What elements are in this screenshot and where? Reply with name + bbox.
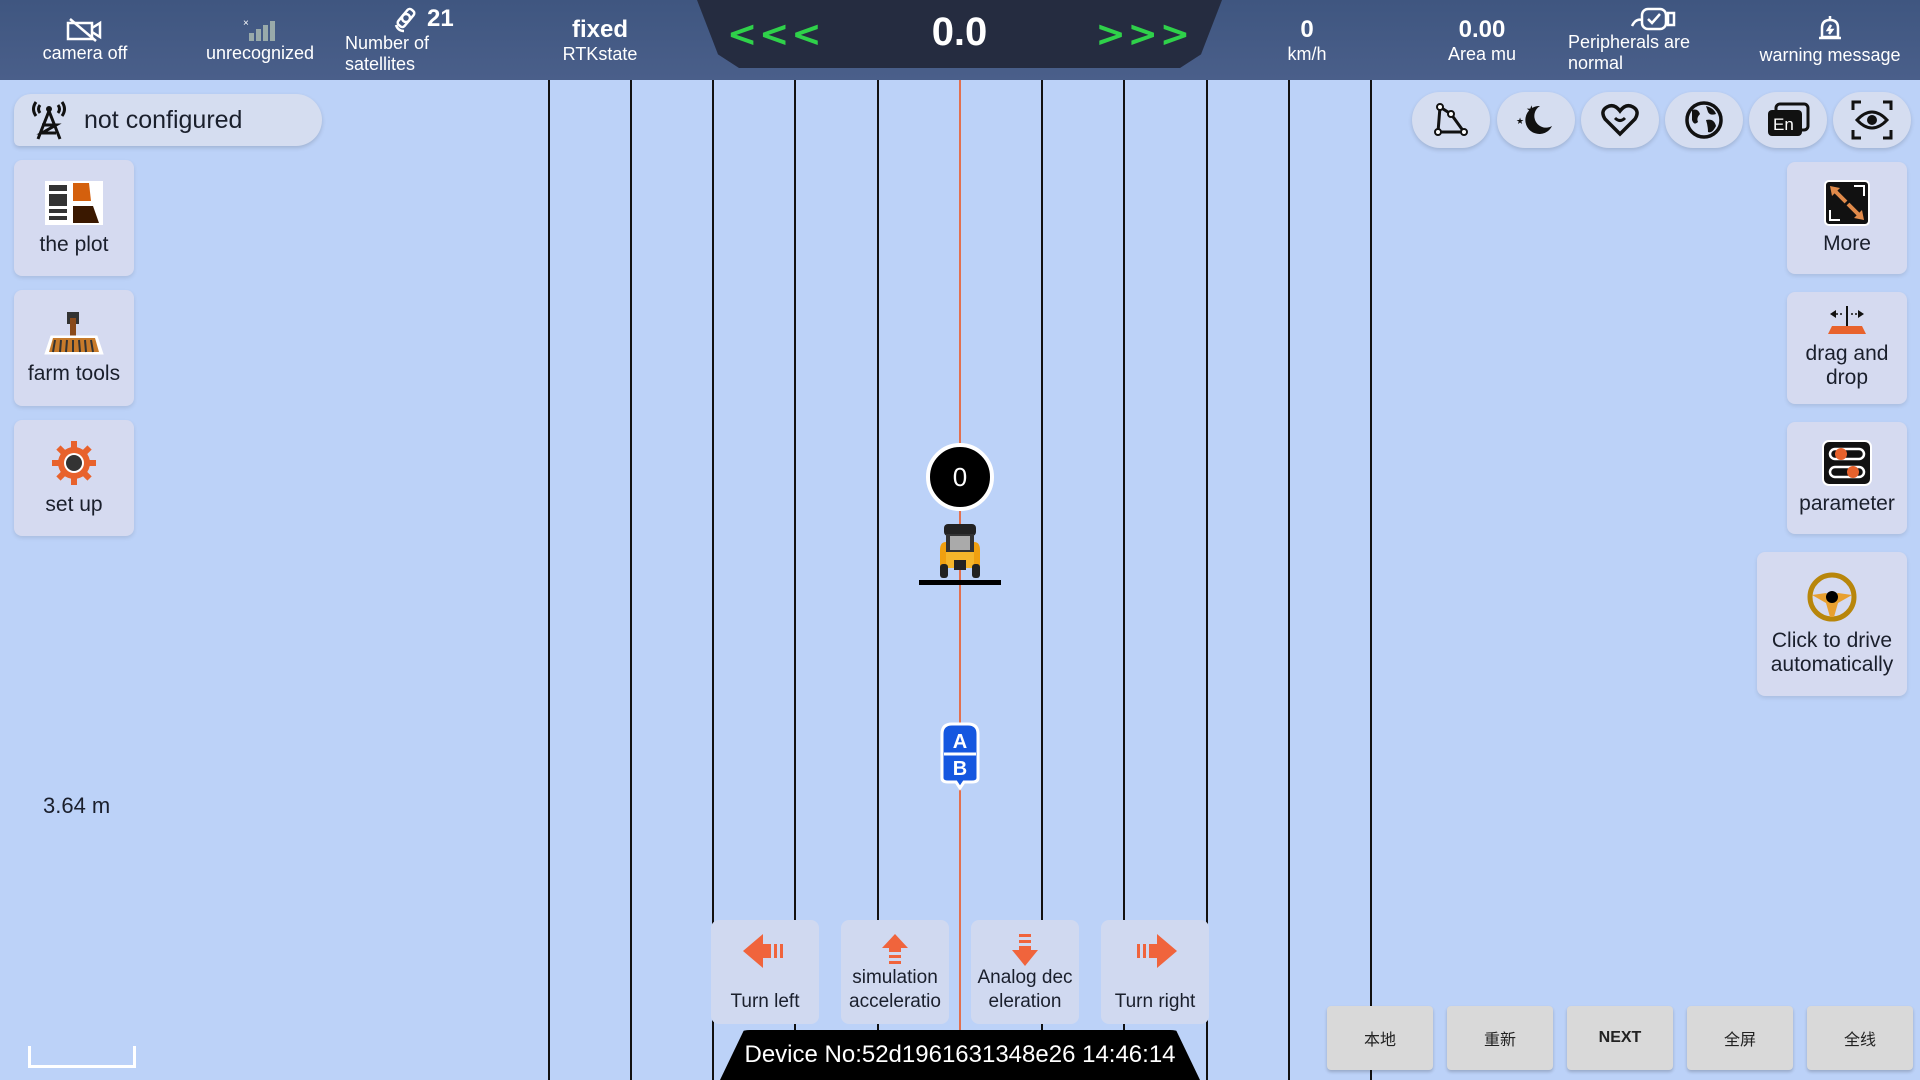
ab-marker[interactable]: A B: [936, 720, 984, 792]
warning-status[interactable]: warning message: [1755, 0, 1905, 80]
guidance-line: [630, 80, 632, 1080]
turn-right-button[interactable]: Turn right: [1101, 920, 1209, 1024]
device-info: Device No:52d1961631348e26 14:46:14: [720, 1030, 1200, 1080]
fullscreen-button[interactable]: 全屏: [1687, 1006, 1793, 1070]
plot-icon: [45, 181, 103, 225]
satellite-icon: [394, 7, 416, 33]
favorites-button[interactable]: [1581, 92, 1659, 148]
language-button[interactable]: En: [1749, 92, 1827, 148]
base-station-button[interactable]: not configured: [14, 94, 322, 146]
tractor-icon[interactable]: [936, 520, 984, 582]
satellite-status: 21 Number of satellites: [345, 5, 454, 74]
view-button[interactable]: [1833, 92, 1911, 148]
svg-text:★: ★: [1516, 116, 1524, 126]
svg-text:×: ×: [243, 18, 249, 29]
heart-icon: [1601, 103, 1639, 137]
globe-button[interactable]: [1665, 92, 1743, 148]
marker-a: A: [953, 731, 967, 753]
drag-drop-button[interactable]: drag and drop: [1787, 292, 1907, 404]
camera-status[interactable]: camera off: [30, 0, 140, 80]
svg-text:En: En: [1773, 115, 1794, 134]
marker-b: B: [953, 758, 967, 780]
svg-text:★: ★: [1526, 103, 1537, 117]
signal-status: × unrecognized: [205, 17, 315, 63]
radio-tower-icon: [32, 101, 66, 140]
arrow-up-icon: [882, 934, 908, 964]
guidance-line: [1288, 80, 1290, 1080]
turn-left-button[interactable]: Turn left: [711, 920, 819, 1024]
language-en-icon: En: [1768, 102, 1810, 136]
scale-bar: [28, 1046, 136, 1068]
gear-icon: [52, 441, 96, 485]
peripheral-check-icon: [1630, 7, 1676, 31]
analog-deceleration-button[interactable]: Analog dec eleration: [971, 920, 1079, 1024]
night-mode-icon: ★★: [1516, 103, 1552, 134]
setup-button[interactable]: set up: [14, 420, 134, 536]
peripherals-status[interactable]: Peripherals are normal: [1568, 0, 1698, 80]
right-deviation-arrows: >>>: [1095, 14, 1192, 55]
full-line-button[interactable]: 全线: [1807, 1006, 1913, 1070]
area-status: 0.00 Area mu: [1447, 15, 1517, 64]
camera-off-icon: [66, 17, 102, 42]
scale-label: 3.64 m: [43, 793, 111, 818]
simulation-acceleration-button[interactable]: simulation acceleratio: [841, 920, 949, 1024]
parameter-button[interactable]: parameter: [1787, 422, 1907, 534]
farm-tool-icon: [44, 312, 104, 355]
night-mode-button[interactable]: ★ ★: [1497, 92, 1575, 148]
status-bar: camera off × unrecognized 21 Number of s…: [0, 0, 1920, 80]
speed-status: 0 km/h: [1287, 15, 1327, 64]
measure-polygon-icon: [1434, 103, 1468, 136]
reset-button[interactable]: 重新: [1447, 1006, 1553, 1070]
tractor-bubble: 0: [926, 443, 994, 511]
rtk-status: fixed RTKstate: [562, 15, 638, 64]
plot-button[interactable]: the plot: [14, 160, 134, 276]
bell-icon: [1819, 15, 1841, 39]
steering-wheel-icon: [1807, 572, 1857, 622]
view-eye-icon: [1851, 100, 1893, 140]
arrow-right-icon: [1137, 934, 1177, 968]
guidance-line: [548, 80, 550, 1080]
deviation-panel: <<< 0.0 >>>: [697, 0, 1222, 68]
measure-button[interactable]: [1412, 92, 1490, 148]
sliders-icon: [1822, 440, 1872, 486]
farm-tools-button[interactable]: farm tools: [14, 290, 134, 406]
more-button[interactable]: More: [1787, 162, 1907, 274]
arrow-left-icon: [743, 934, 783, 968]
local-button[interactable]: 本地: [1327, 1006, 1433, 1070]
arrow-down-icon: [1012, 934, 1038, 966]
globe-icon: [1685, 101, 1723, 139]
drag-implement-icon: [1828, 306, 1866, 334]
guidance-line: [1370, 80, 1372, 1080]
signal-icon: ×: [243, 18, 275, 41]
implement-bar: [919, 580, 1001, 585]
expand-icon: [1824, 180, 1870, 226]
auto-drive-button[interactable]: Click to drive automatically: [1757, 552, 1907, 696]
next-button[interactable]: NEXT: [1567, 1006, 1673, 1070]
